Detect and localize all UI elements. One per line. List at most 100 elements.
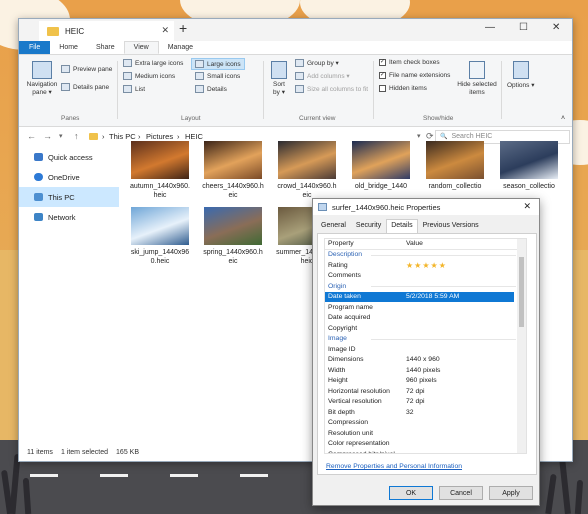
breadcrumb-heic[interactable]: HEIC	[185, 132, 203, 141]
property-list[interactable]: Property Value Description Rating ★★★★★ Com…	[324, 238, 527, 454]
tab-details[interactable]: Details	[386, 219, 418, 233]
file-item[interactable]: spring_1440x960.heic	[202, 207, 264, 266]
preview-pane-button[interactable]: Preview pane	[61, 65, 112, 73]
back-button[interactable]: ←	[27, 131, 36, 141]
tab-view[interactable]: View	[123, 41, 159, 54]
up-button[interactable]: ↑	[74, 131, 79, 141]
property-row[interactable]: Dimensions 1440 x 960	[325, 355, 526, 366]
property-row[interactable]: Horizontal resolution 72 dpi	[325, 386, 526, 397]
sort-by-button[interactable]: Sort by ▾	[269, 61, 289, 97]
navigation-pane: Quick access OneDrive This PC Network	[19, 147, 119, 227]
address-dropdown-button[interactable]: ▾	[417, 132, 421, 140]
folder-icon	[89, 133, 98, 140]
maximize-button[interactable]: ☐	[519, 22, 528, 33]
item-check-boxes-toggle[interactable]: ✓ Item check boxes	[379, 59, 440, 66]
hide-selected-icon	[469, 61, 485, 79]
apply-button[interactable]: Apply	[489, 486, 533, 500]
new-tab-button[interactable]: +	[179, 20, 187, 36]
add-columns-button[interactable]: Add columns ▾	[295, 72, 350, 80]
tab-general[interactable]: General	[316, 219, 351, 233]
layout-list[interactable]: List	[123, 85, 145, 93]
property-row[interactable]: Width 1440 pixels	[325, 365, 526, 376]
property-name: Bit depth	[328, 408, 355, 416]
sidebar-item-onedrive[interactable]: OneDrive	[19, 167, 119, 187]
network-icon	[34, 213, 43, 221]
image-thumbnail	[131, 141, 189, 179]
rating-stars[interactable]: ★★★★★	[406, 261, 526, 270]
property-row[interactable]: Copyright	[325, 323, 526, 334]
property-row[interactable]: Image ID	[325, 344, 526, 355]
hidden-items-toggle[interactable]: Hidden items	[379, 85, 427, 92]
sidebar-item-this-pc[interactable]: This PC	[19, 187, 119, 207]
file-item[interactable]: random_collectio	[424, 141, 486, 191]
file-item[interactable]: ski_jump_1440x960.heic	[129, 207, 191, 266]
file-item[interactable]: crowd_1440x960.heic	[276, 141, 338, 200]
details-pane-button[interactable]: Details pane	[61, 83, 109, 91]
tab-heic[interactable]: HEIC ✕	[39, 21, 174, 41]
options-button[interactable]: Options ▾	[507, 61, 534, 89]
column-header-property[interactable]: Property	[325, 240, 406, 247]
details-panel: Property Value Description Rating ★★★★★ Com…	[317, 233, 537, 475]
property-row[interactable]: Vertical resolution 72 dpi	[325, 397, 526, 408]
property-row[interactable]: Rating ★★★★★	[325, 260, 526, 271]
tab-share[interactable]: Share	[87, 41, 124, 54]
property-name: Color representation	[328, 440, 390, 448]
property-row[interactable]: Compression	[325, 418, 526, 429]
file-item[interactable]: old_bridge_1440	[350, 141, 412, 191]
scrollbar-thumb[interactable]	[519, 257, 524, 327]
sidebar-item-network[interactable]: Network	[19, 207, 119, 227]
tab-previous-versions[interactable]: Previous Versions	[418, 219, 484, 233]
star-icon	[34, 153, 43, 161]
file-item[interactable]: autumn_1440x960.heic	[129, 141, 191, 200]
sidebar-item-quick-access[interactable]: Quick access	[19, 147, 119, 167]
minimize-button[interactable]: —	[485, 22, 495, 33]
tab-home[interactable]: Home	[50, 41, 87, 54]
property-row[interactable]: Date acquired	[325, 313, 526, 324]
property-list-scrollbar[interactable]	[517, 239, 526, 453]
dialog-title-bar: surfer_1440x960.heic Properties ✕	[313, 199, 539, 215]
close-button[interactable]: ✕	[552, 22, 560, 33]
file-item[interactable]: cheers_1440x960.heic	[202, 141, 264, 200]
property-row[interactable]: Compressed bits/pixel	[325, 449, 526, 453]
collapse-ribbon-icon[interactable]: ˄	[561, 115, 565, 122]
layout-details[interactable]: Details	[195, 85, 227, 93]
group-by-button[interactable]: Group by ▾	[295, 59, 339, 67]
property-row[interactable]: Resolution unit	[325, 428, 526, 439]
size-columns-button[interactable]: Size all columns to fit	[295, 85, 368, 93]
forward-button[interactable]: →	[43, 131, 52, 141]
property-name: Program name	[328, 303, 373, 311]
cancel-button[interactable]: Cancel	[439, 486, 483, 500]
property-value: 32	[406, 408, 414, 416]
remove-properties-link[interactable]: Remove Properties and Personal Informati…	[326, 463, 462, 470]
tab-manage[interactable]: Manage	[159, 41, 202, 54]
cloud-icon	[34, 173, 43, 181]
recent-locations-button[interactable]: ▾	[59, 132, 63, 140]
tab-security[interactable]: Security	[351, 219, 386, 233]
navigation-pane-button[interactable]: Navigation pane ▾	[25, 61, 59, 97]
breadcrumb-pictures[interactable]: Pictures	[146, 132, 173, 141]
close-tab-icon[interactable]: ✕	[161, 25, 169, 36]
property-row[interactable]: Comments	[325, 271, 526, 282]
details-icon	[195, 85, 204, 93]
column-header-value[interactable]: Value	[406, 240, 526, 247]
breadcrumb-this-pc[interactable]: This PC	[109, 132, 136, 141]
file-item[interactable]: season_collectio	[498, 141, 560, 191]
ok-button[interactable]: OK	[389, 486, 433, 500]
file-name-extensions-toggle[interactable]: ✓ File name extensions	[379, 72, 450, 79]
property-name: Height	[328, 377, 348, 385]
layout-medium[interactable]: Medium icons	[123, 72, 175, 80]
layout-large[interactable]: Large icons	[191, 58, 245, 70]
layout-extra-large[interactable]: Extra large icons	[123, 59, 183, 67]
tab-file[interactable]: File	[19, 41, 51, 54]
file-name: season_collectio	[503, 183, 555, 190]
property-row[interactable]: Color representation	[325, 439, 526, 450]
computer-icon	[34, 193, 43, 201]
layout-small[interactable]: Small icons	[195, 72, 240, 80]
property-row[interactable]: Date taken 5/2/2018 5:59 AM	[325, 291, 514, 302]
property-row[interactable]: Program name	[325, 302, 526, 313]
property-row[interactable]: Height 960 pixels	[325, 376, 526, 387]
dialog-close-button[interactable]: ✕	[523, 201, 531, 212]
hide-selected-items-button[interactable]: Hide selected items	[455, 61, 499, 97]
property-value: 960 pixels	[406, 377, 437, 385]
property-row[interactable]: Bit depth 32	[325, 407, 526, 418]
